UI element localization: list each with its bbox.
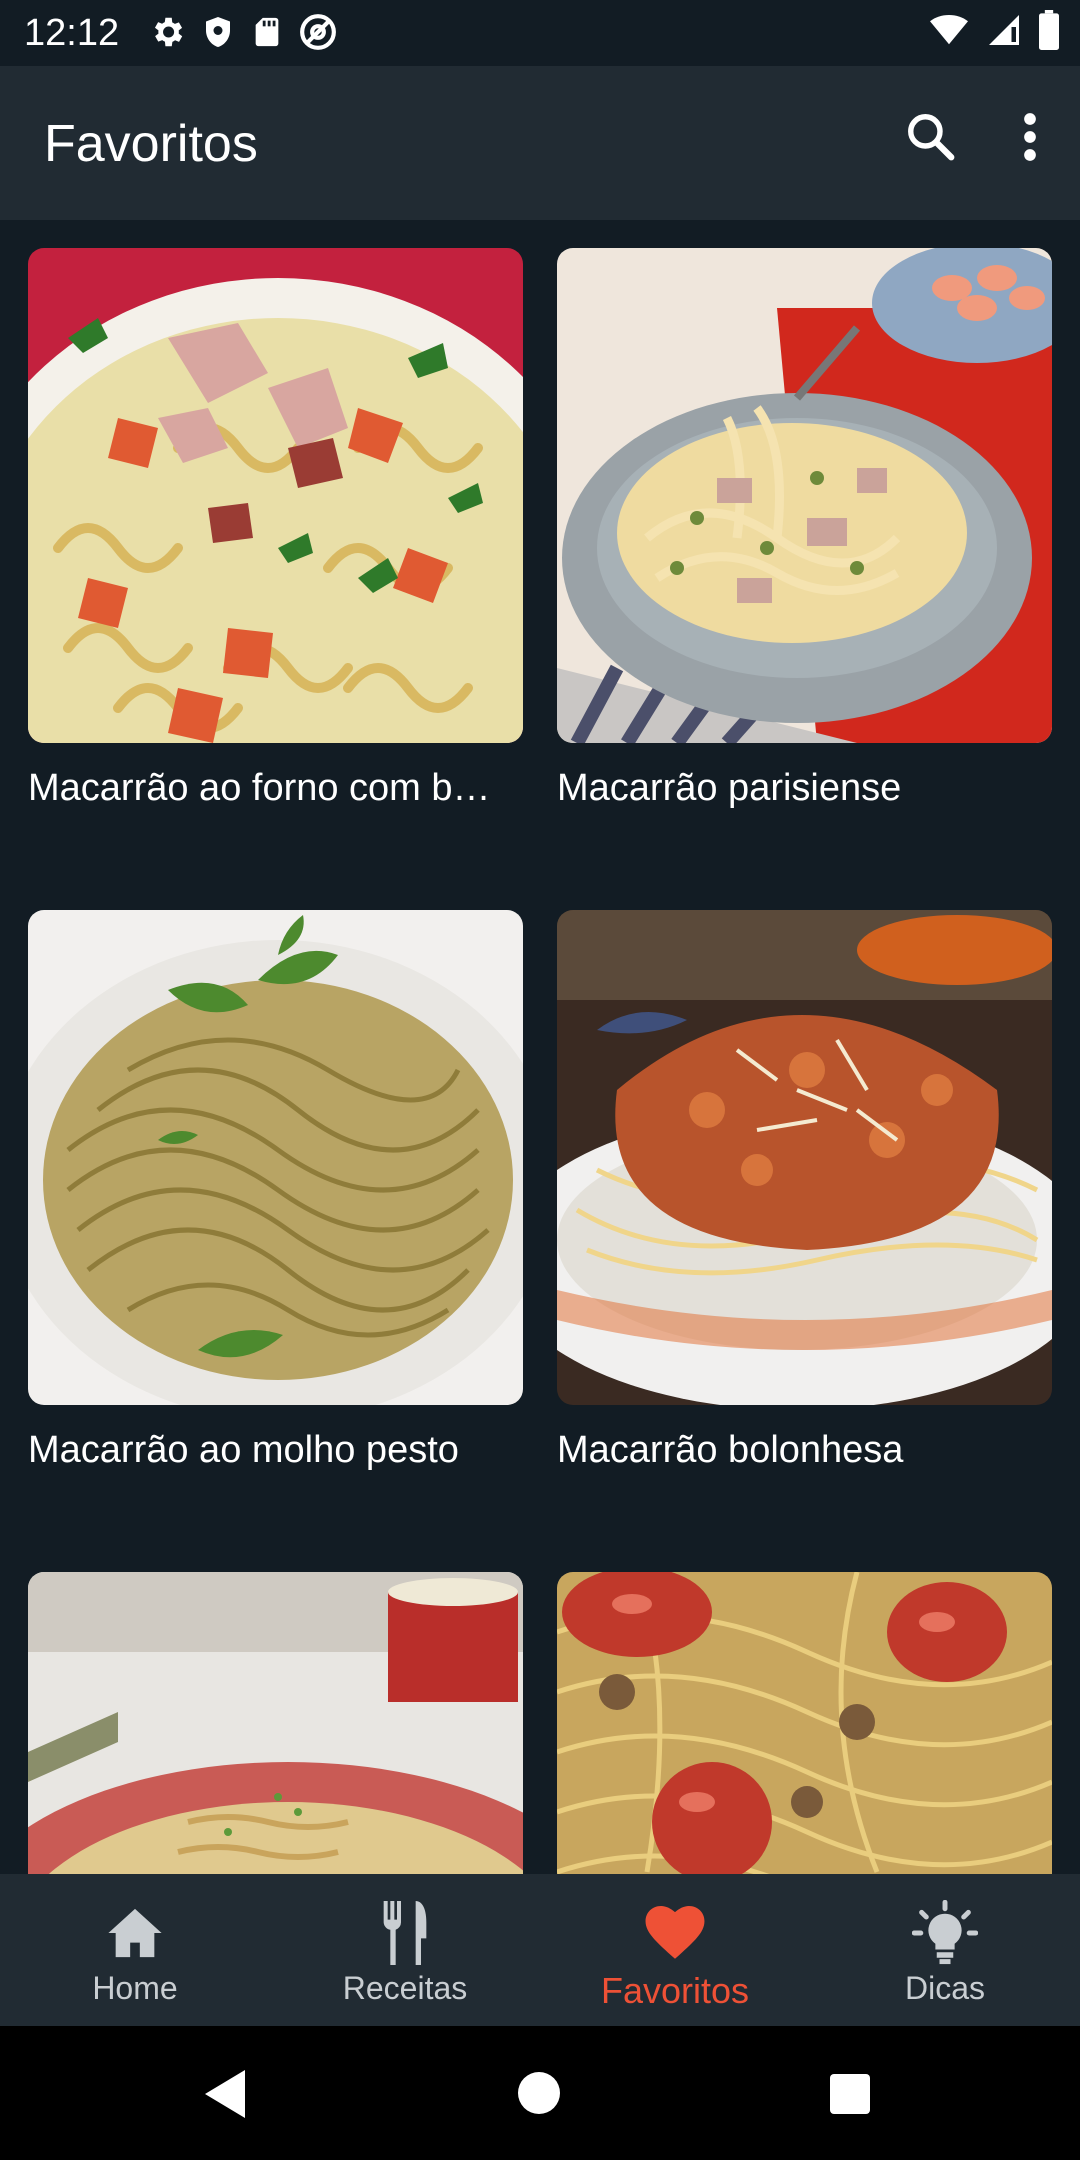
recipe-card[interactable]: Macarrão ao molho pesto — [28, 910, 523, 1572]
shield-icon — [206, 17, 230, 47]
heart-icon — [645, 1900, 705, 1966]
signal-icon — [989, 15, 1019, 45]
recipe-title[interactable]: Macarrão ao forno com b… — [28, 765, 523, 811]
recipe-card[interactable] — [28, 1572, 523, 1874]
recipe-card[interactable]: Macarrão bolonhesa — [557, 910, 1052, 1572]
fork-knife-icon — [381, 1900, 429, 1966]
recipe-card[interactable]: Macarrão ao forno com b… — [28, 248, 523, 910]
system-navigation-bar — [0, 2026, 1080, 2160]
recipe-image[interactable] — [28, 1572, 523, 1874]
battery-icon — [1039, 10, 1059, 50]
recipe-image[interactable] — [557, 910, 1052, 1405]
lightbulb-icon — [912, 1900, 978, 1966]
page-title: Favoritos — [44, 115, 258, 173]
status-notification-icons — [148, 12, 338, 52]
app-bar-actions — [904, 110, 1040, 164]
recipe-card[interactable]: Macarrão parisiense — [557, 248, 1052, 910]
back-icon[interactable] — [204, 2070, 246, 2118]
recipe-image[interactable] — [557, 1572, 1052, 1874]
nav-label: Dicas — [904, 1970, 985, 2006]
recipe-image[interactable] — [28, 910, 523, 1405]
recipe-title[interactable]: Macarrão ao molho pesto — [28, 1427, 523, 1473]
wifi-icon — [930, 14, 968, 45]
more-vert-icon[interactable] — [1020, 110, 1040, 164]
recipe-title[interactable]: Macarrão bolonhesa — [557, 1427, 1052, 1473]
nav-favoritos[interactable]: Favoritos — [540, 1874, 810, 2026]
recipe-title[interactable]: Macarrão parisiense — [557, 765, 1052, 811]
bottom-navigation: Home Receitas Favoritos Dicas — [0, 1874, 1080, 2026]
nav-label: Receitas — [342, 1970, 468, 2006]
recipe-grid: Macarrão ao forno com b… Macarrão parisi… — [28, 248, 1052, 1874]
status-time: 12:12 — [24, 12, 120, 54]
nav-label: Home — [92, 1970, 178, 2006]
favorites-list[interactable]: Macarrão ao forno com b… Macarrão parisi… — [0, 220, 1080, 1874]
sd-card-icon — [255, 17, 279, 47]
home-icon — [105, 1900, 165, 1966]
nav-receitas[interactable]: Receitas — [270, 1874, 540, 2026]
home-circle-icon[interactable] — [518, 2072, 560, 2114]
nav-home[interactable]: Home — [0, 1874, 270, 2026]
status-bar: 12:12 — [0, 0, 1080, 66]
at-sign-icon — [300, 14, 336, 50]
recipe-image[interactable] — [28, 248, 523, 743]
status-system-icons — [928, 10, 1060, 50]
app-bar: Favoritos — [0, 66, 1080, 220]
gear-icon — [154, 17, 183, 47]
recents-icon[interactable] — [830, 2074, 870, 2114]
search-icon[interactable] — [904, 110, 958, 164]
nav-label: Favoritos — [600, 1970, 750, 2011]
recipe-card[interactable] — [557, 1572, 1052, 1874]
recipe-image[interactable] — [557, 248, 1052, 743]
nav-dicas[interactable]: Dicas — [810, 1874, 1080, 2026]
